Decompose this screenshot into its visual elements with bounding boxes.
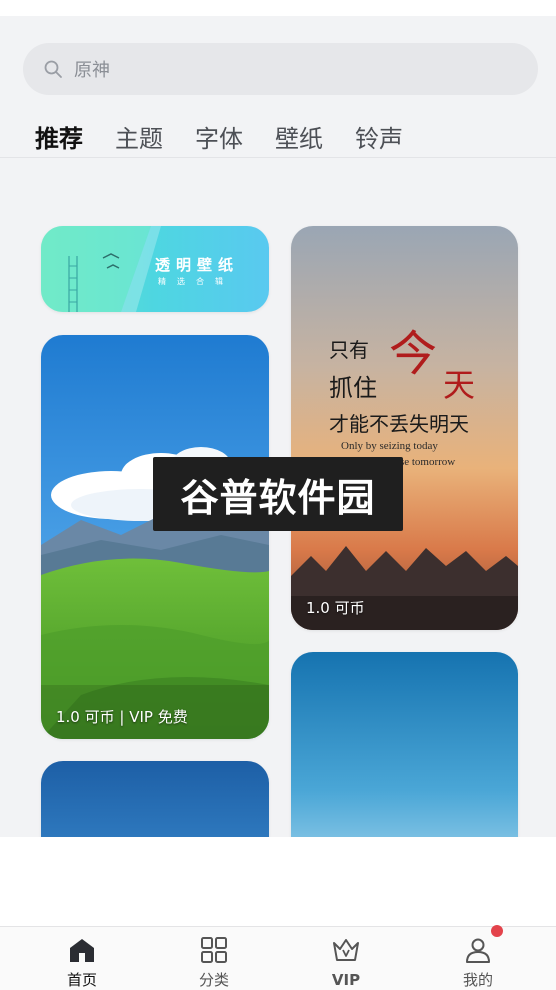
banner-title: 透明壁纸 — [155, 256, 240, 274]
tab-recommend[interactable]: 推荐 — [35, 122, 83, 173]
wallpaper-card[interactable]: 1.0 可币 | VIP 免费 — [41, 335, 269, 739]
price-label: 1.0 可币 — [306, 599, 365, 617]
quote-line3: 才能不丢失明天 — [329, 412, 469, 436]
nav-label: VIP — [331, 971, 361, 989]
search-icon — [44, 60, 62, 78]
tab-ringtone[interactable]: 铃声 — [355, 122, 403, 156]
bottom-nav: 首页 分类 VIP 我的 — [0, 925, 556, 990]
wallpaper-card[interactable] — [291, 652, 518, 837]
collection-banner[interactable]: 透明壁纸 精选合辑 — [41, 226, 269, 312]
tab-wallpaper[interactable]: 壁纸 — [275, 122, 323, 156]
quote-line2: 抓住 — [329, 374, 377, 402]
blue-gradient-image — [41, 761, 269, 837]
nav-category[interactable]: 分类 — [174, 935, 254, 989]
quote-big2: 天 — [443, 366, 476, 404]
banner-subtitle: 精选合辑 — [158, 277, 234, 286]
search-bar[interactable]: 原神 — [23, 43, 538, 95]
search-placeholder: 原神 — [74, 60, 110, 81]
tab-theme[interactable]: 主题 — [115, 122, 163, 156]
notification-badge — [491, 925, 503, 937]
quote-line1: 只有 — [329, 338, 369, 362]
nav-label: 我的 — [462, 971, 493, 989]
status-bar — [0, 0, 556, 16]
nav-label: 首页 — [66, 971, 97, 989]
nav-home[interactable]: 首页 — [42, 935, 122, 989]
quote-english1: Only by seizing today — [341, 440, 438, 452]
watermark: 谷普软件园 — [153, 457, 403, 531]
quote-big1: 今 — [389, 326, 438, 382]
watermark-text: 谷普软件园 — [180, 475, 376, 520]
tab-font[interactable]: 字体 — [195, 122, 243, 156]
home-icon — [70, 939, 94, 962]
header: 原神 推荐 主题 字体 壁纸 铃声 — [0, 16, 556, 173]
blue-sky-image — [291, 652, 518, 837]
wallpaper-card[interactable] — [41, 761, 269, 837]
user-icon — [466, 938, 490, 963]
price-label: 1.0 可币 | VIP 免费 — [56, 708, 188, 726]
crown-icon — [333, 939, 359, 961]
nav-vip[interactable]: VIP — [306, 935, 386, 989]
grid-icon — [201, 937, 227, 963]
nav-label: 分类 — [198, 971, 229, 989]
nav-profile[interactable]: 我的 — [438, 935, 518, 989]
wallpaper-card[interactable]: 只有 抓住 今 天 才能不丢失明天 Only by seizing today … — [291, 226, 518, 630]
category-tabs: 推荐 主题 字体 壁纸 铃声 — [35, 122, 403, 173]
mountain-meadow-image — [41, 335, 269, 739]
